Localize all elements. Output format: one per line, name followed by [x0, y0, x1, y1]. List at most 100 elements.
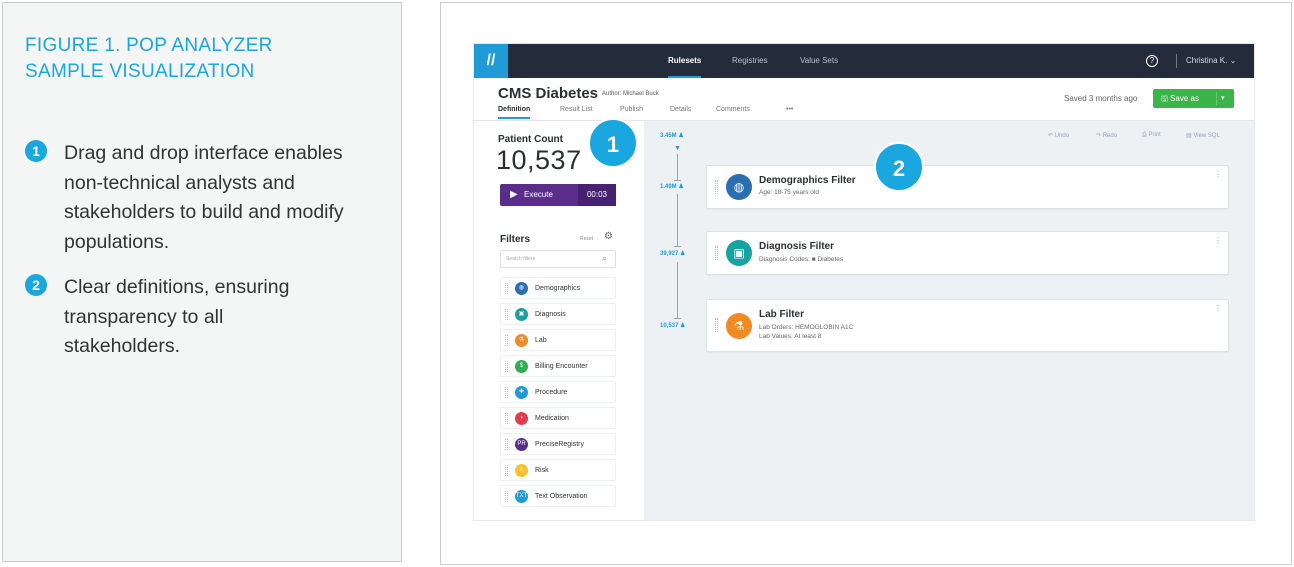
caption-item-2: 2 Clear definitions, ensuring transparen… [25, 273, 385, 362]
drag-handle-icon[interactable] [505, 465, 508, 476]
redo-button[interactable]: ↷ Redo [1096, 132, 1117, 139]
filter-item-label: PreciseRegistry [535, 441, 585, 448]
more-options-icon[interactable]: ⋮ [1214, 170, 1222, 179]
drag-handle-icon[interactable] [505, 413, 508, 424]
filters-reset-link[interactable]: Reset [580, 236, 593, 242]
save-as-button[interactable]: 🖫 Save as ▾ [1153, 89, 1234, 108]
filters-heading: Filters [500, 234, 531, 245]
user-menu[interactable]: Christina K. ⌄ [1186, 44, 1236, 78]
filter-item-demographics[interactable]: ◍ Demographics [500, 277, 616, 299]
filter-item-label: Billing Encounter [535, 363, 588, 370]
pill-icon: ◖ [515, 412, 528, 425]
ruleset-title: CMS Diabetes [498, 85, 599, 102]
dollar-icon: $ [515, 360, 528, 373]
flow-line [677, 154, 678, 180]
drag-handle-icon[interactable] [505, 335, 508, 346]
author-label: Author: Michael Buck [602, 91, 659, 97]
tab-details[interactable]: Details [670, 106, 691, 117]
search-placeholder: Search filters [506, 256, 536, 262]
caption-item-1: 1 Drag and drop interface enables non-te… [25, 139, 385, 257]
search-icon: ⌕ [602, 253, 608, 263]
drag-handle-icon[interactable] [505, 491, 508, 502]
gear-icon[interactable]: ⚙ [604, 231, 613, 242]
card-title: Lab Filter [759, 309, 805, 320]
nav-rulesets[interactable]: Rulesets [668, 44, 702, 78]
tab-more[interactable]: ••• [786, 106, 793, 117]
help-icon[interactable]: ? [1146, 55, 1158, 67]
drag-handle-icon[interactable] [505, 387, 508, 398]
filter-item-text-observation[interactable]: TXT Text Observation [500, 485, 616, 507]
drag-handle-icon[interactable] [715, 246, 718, 260]
text-icon: TXT [515, 490, 528, 503]
print-button[interactable]: ⎙ Print [1142, 132, 1161, 139]
filter-item-label: Demographics [535, 285, 581, 292]
execute-button[interactable]: ▶ Execute 00:03 [500, 184, 616, 206]
registry-icon: PR [515, 438, 528, 451]
filter-item-preciseregistry[interactable]: PR PreciseRegistry [500, 433, 616, 455]
card-detail: Lab Orders: HEMOGLOBIN A1C [759, 324, 854, 331]
tab-publish[interactable]: Publish [620, 106, 643, 117]
filter-item-billing-encounter[interactable]: $ Billing Encounter [500, 355, 616, 377]
undo-button[interactable]: ↶ Undo [1048, 132, 1069, 139]
card-detail: Age: 18-75 years old [759, 189, 819, 196]
diagnosis-filter-card[interactable]: ▣ Diagnosis Filter Diagnosis Codes: ■ Di… [706, 231, 1229, 275]
pop-analyzer-app: // Rulesets Registries Value Sets ? Chri… [474, 44, 1254, 520]
count-after-demographics: 1.49M ♟ [660, 184, 684, 190]
nav-registries[interactable]: Registries [732, 44, 768, 78]
filter-item-medication[interactable]: ◖ Medication [500, 407, 616, 429]
filter-item-procedure[interactable]: ✚ Procedure [500, 381, 616, 403]
risk-icon: ⚠ [515, 464, 528, 477]
flow-line [677, 262, 678, 318]
caption-text: Clear definitions, ensuring transparency… [64, 276, 290, 357]
more-options-icon[interactable]: ⋮ [1214, 236, 1222, 245]
drag-handle-icon[interactable] [505, 309, 508, 320]
clipboard-icon: ▣ [726, 240, 752, 266]
patient-count-label: Patient Count [498, 134, 563, 145]
drag-handle-icon[interactable] [505, 361, 508, 372]
view-sql-button[interactable]: ▤ View SQL [1186, 132, 1220, 139]
callout-badge-2: 2 [874, 142, 924, 192]
filter-item-label: Text Observation [535, 493, 588, 500]
drag-handle-icon[interactable] [715, 180, 718, 194]
tab-definition[interactable]: Definition [498, 106, 531, 119]
demographics-filter-card[interactable]: ◍ Demographics Filter Age: 18-75 years o… [706, 165, 1229, 209]
card-title: Demographics Filter [759, 175, 856, 186]
patient-count-value: 10,537 [496, 145, 582, 175]
funnel-icon: ▼ [674, 145, 681, 152]
flask-icon: ⚗ [726, 313, 752, 339]
filter-item-lab[interactable]: ⚗ Lab [500, 329, 616, 351]
filter-item-label: Risk [535, 467, 549, 474]
number-badge: 1 [25, 140, 47, 162]
filter-item-label: Diagnosis [535, 311, 566, 318]
count-after-lab: 10,537 ♟ [660, 323, 686, 329]
caption-text: Drag and drop interface enables non-tech… [64, 142, 344, 253]
tab-comments[interactable]: Comments [716, 106, 750, 117]
drag-handle-icon[interactable] [505, 439, 508, 450]
flow-line [677, 194, 678, 246]
saved-status: Saved 3 months ago [1064, 94, 1138, 103]
number-badge: 2 [25, 274, 47, 296]
filter-item-label: Medication [535, 415, 569, 422]
lab-filter-card[interactable]: ⚗ Lab Filter Lab Orders: HEMOGLOBIN A1C … [706, 299, 1229, 352]
filter-search-input[interactable]: Search filters ⌕ [500, 250, 616, 268]
globe-icon: ◍ [515, 282, 528, 295]
count-after-diagnosis: 39,927 ♟ [660, 251, 686, 257]
play-icon: ▶ [510, 189, 518, 200]
more-options-icon[interactable]: ⋮ [1214, 304, 1222, 313]
nav-value-sets[interactable]: Value Sets [800, 44, 838, 78]
chevron-down-icon[interactable]: ▾ [1221, 89, 1225, 108]
filter-item-diagnosis[interactable]: ▣ Diagnosis [500, 303, 616, 325]
save-as-label: 🖫 Save as [1161, 94, 1199, 103]
filter-item-risk[interactable]: ⚠ Risk [500, 459, 616, 481]
card-title: Diagnosis Filter [759, 241, 835, 252]
top-nav-bar: // Rulesets Registries Value Sets ? Chri… [474, 44, 1254, 78]
globe-icon: ◍ [726, 174, 752, 200]
caption-panel: FIGURE 1. POP ANALYZER SAMPLE VISUALIZAT… [2, 2, 402, 562]
app-logo[interactable]: // [474, 44, 508, 78]
tab-result-list[interactable]: Result List [560, 106, 593, 117]
filter-item-label: Procedure [535, 389, 568, 396]
drag-handle-icon[interactable] [715, 318, 718, 332]
procedure-icon: ✚ [515, 386, 528, 399]
drag-handle-icon[interactable] [505, 283, 508, 294]
callout-badge-1: 1 [588, 118, 638, 168]
